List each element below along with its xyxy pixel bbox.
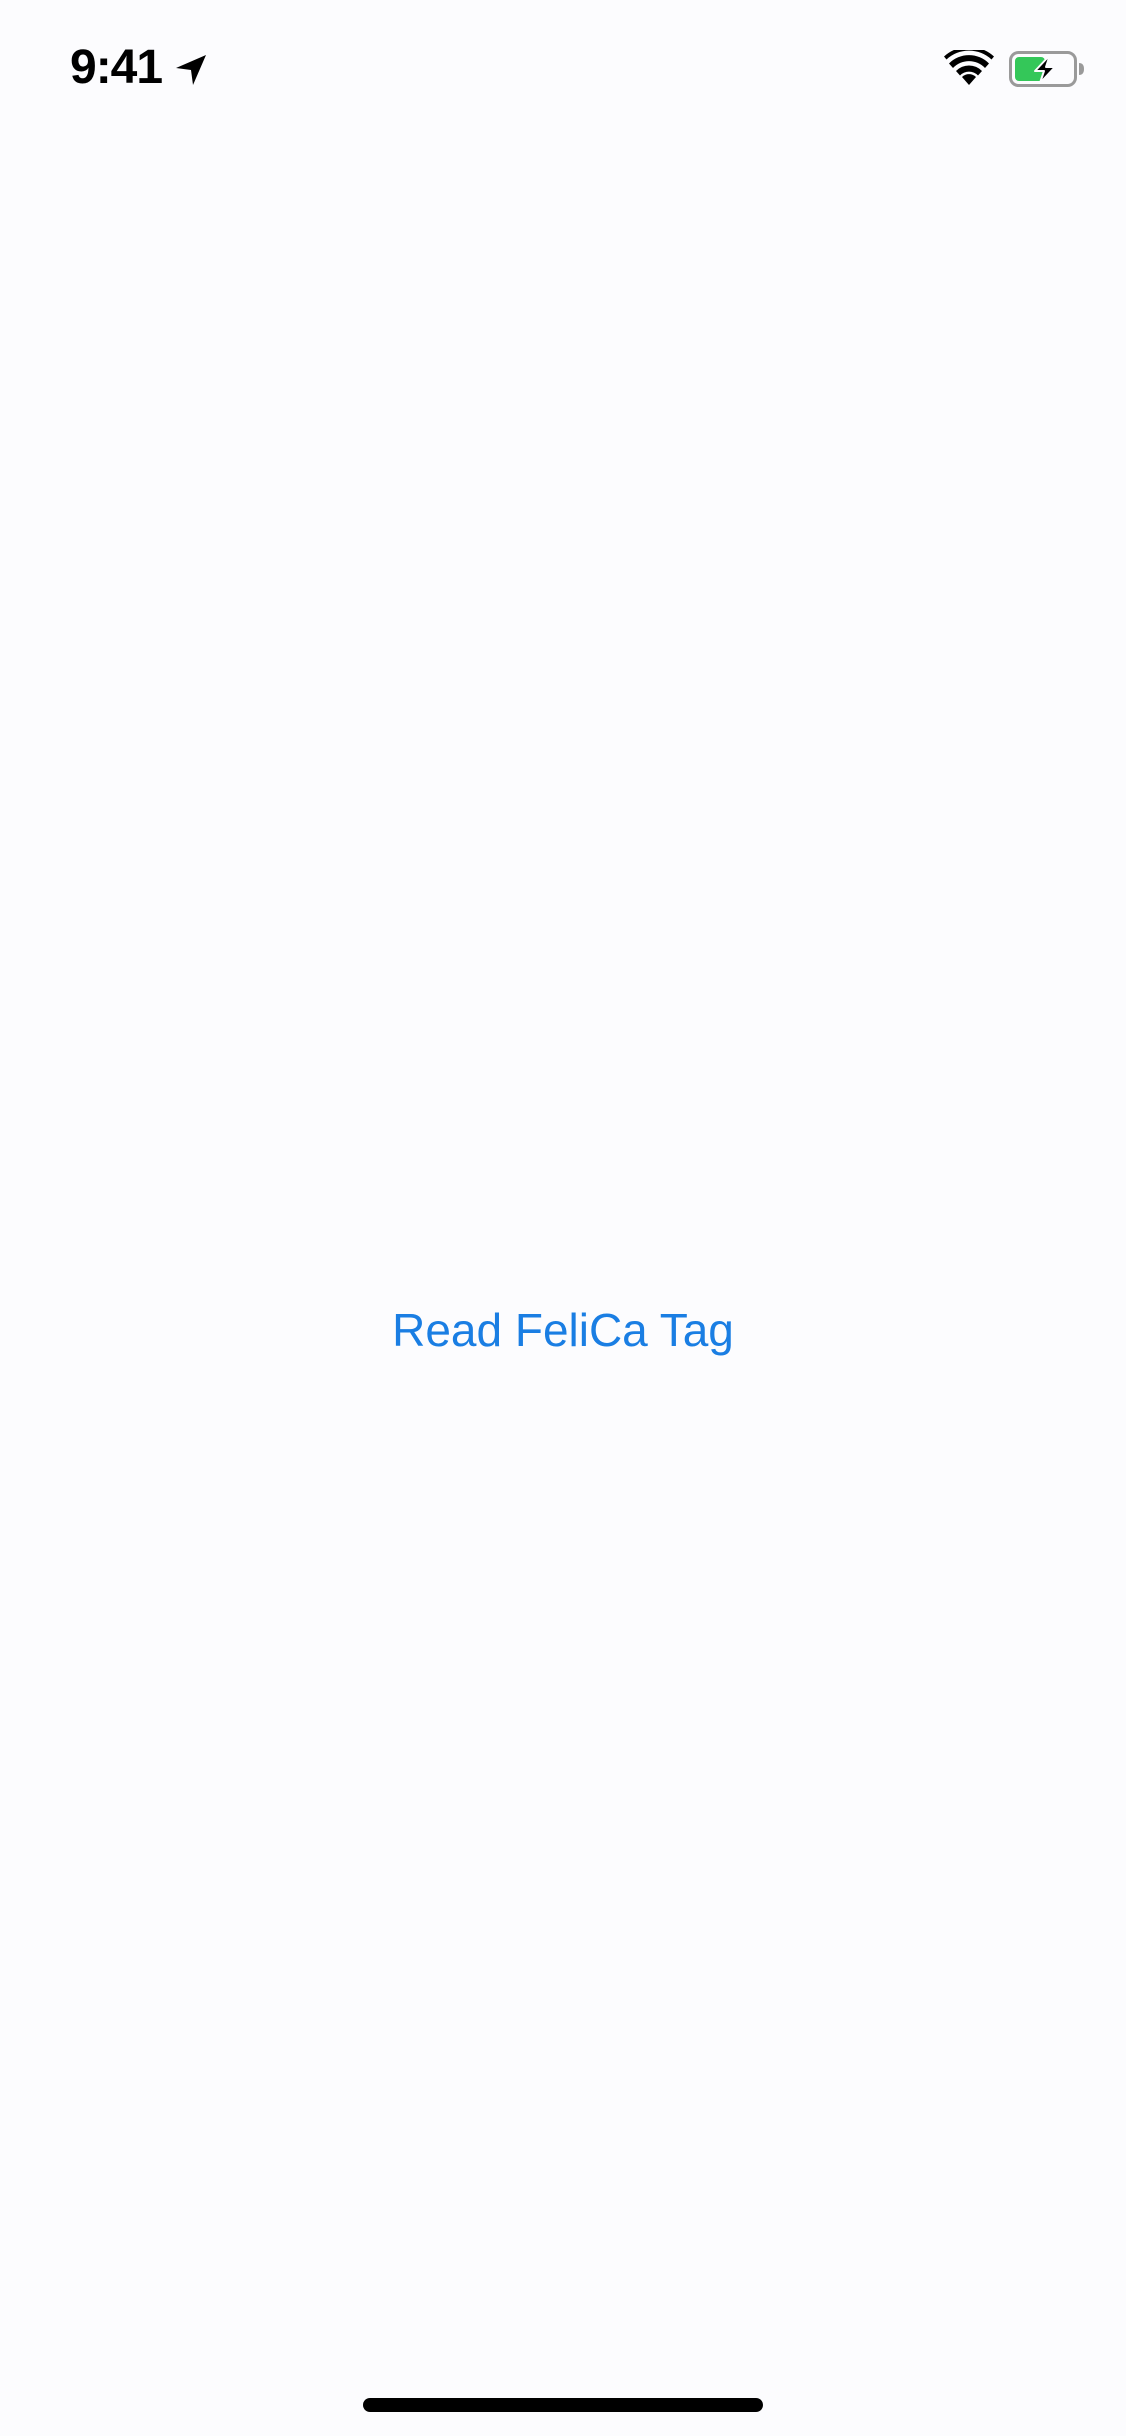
battery-charging-icon (1009, 51, 1084, 87)
location-arrow-icon (176, 55, 206, 85)
read-felica-tag-button[interactable]: Read FeliCa Tag (0, 1290, 1126, 1370)
home-indicator[interactable] (363, 2398, 763, 2412)
status-time: 9:41 (70, 41, 163, 94)
main-content: Read FeliCa Tag (0, 140, 1126, 2360)
status-bar: 9:41 (0, 0, 1126, 140)
wifi-icon (944, 50, 994, 85)
